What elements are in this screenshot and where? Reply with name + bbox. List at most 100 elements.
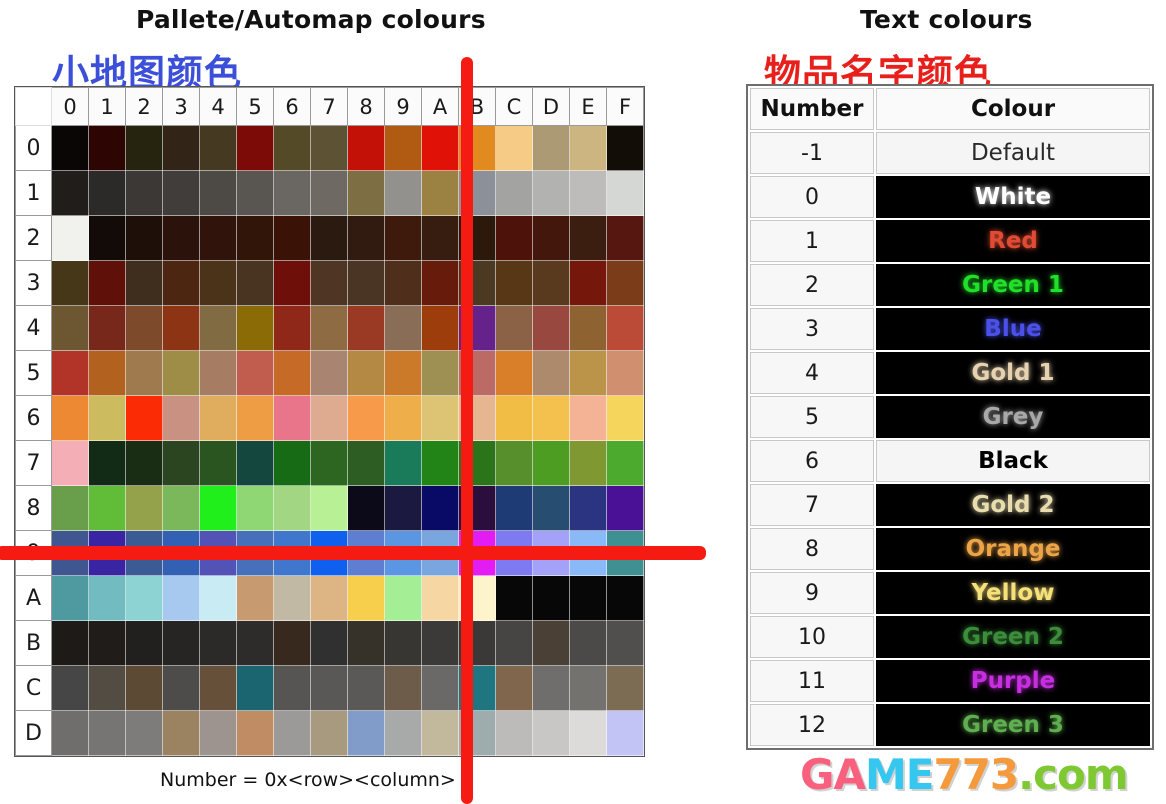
palette-swatch-18[interactable] bbox=[347, 170, 385, 216]
palette-swatch-7E[interactable] bbox=[569, 440, 607, 486]
palette-swatch-88[interactable] bbox=[347, 485, 385, 531]
palette-swatch-DA[interactable] bbox=[421, 710, 459, 756]
palette-swatch-B0[interactable] bbox=[51, 620, 89, 666]
palette-swatch-31[interactable] bbox=[88, 260, 126, 306]
palette-swatch-40[interactable] bbox=[51, 305, 89, 351]
palette-swatch-51[interactable] bbox=[88, 350, 126, 396]
palette-swatch-BE[interactable] bbox=[569, 620, 607, 666]
palette-swatch-B2[interactable] bbox=[125, 620, 163, 666]
palette-swatch-B3[interactable] bbox=[162, 620, 200, 666]
palette-swatch-A8[interactable] bbox=[347, 575, 385, 621]
palette-swatch-79[interactable] bbox=[384, 440, 422, 486]
palette-swatch-73[interactable] bbox=[162, 440, 200, 486]
palette-swatch-D6[interactable] bbox=[273, 710, 311, 756]
palette-swatch-AA[interactable] bbox=[421, 575, 459, 621]
palette-swatch-BF[interactable] bbox=[606, 620, 644, 666]
palette-swatch-4C[interactable] bbox=[495, 305, 533, 351]
palette-swatch-3F[interactable] bbox=[606, 260, 644, 306]
palette-swatch-09[interactable] bbox=[384, 125, 422, 171]
palette-swatch-7A[interactable] bbox=[421, 440, 459, 486]
palette-swatch-C2[interactable] bbox=[125, 665, 163, 711]
palette-swatch-19[interactable] bbox=[384, 170, 422, 216]
palette-swatch-A2[interactable] bbox=[125, 575, 163, 621]
palette-swatch-D5[interactable] bbox=[236, 710, 274, 756]
palette-swatch-02[interactable] bbox=[125, 125, 163, 171]
palette-swatch-D3[interactable] bbox=[162, 710, 200, 756]
palette-swatch-60[interactable] bbox=[51, 395, 89, 441]
text-colour-row[interactable]: -1 Default bbox=[750, 132, 1150, 174]
palette-swatch-B9[interactable] bbox=[384, 620, 422, 666]
palette-swatch-2A[interactable] bbox=[421, 215, 459, 261]
palette-swatch-63[interactable] bbox=[162, 395, 200, 441]
palette-swatch-DE[interactable] bbox=[569, 710, 607, 756]
palette-swatch-22[interactable] bbox=[125, 215, 163, 261]
palette-swatch-D4[interactable] bbox=[199, 710, 237, 756]
text-colour-row[interactable]: 8 Orange bbox=[750, 528, 1150, 570]
palette-swatch-AD[interactable] bbox=[532, 575, 570, 621]
palette-swatch-C7[interactable] bbox=[310, 665, 348, 711]
palette-swatch-B4[interactable] bbox=[199, 620, 237, 666]
palette-swatch-03[interactable] bbox=[162, 125, 200, 171]
palette-swatch-0C[interactable] bbox=[495, 125, 533, 171]
palette-swatch-87[interactable] bbox=[310, 485, 348, 531]
palette-swatch-14[interactable] bbox=[199, 170, 237, 216]
palette-swatch-74[interactable] bbox=[199, 440, 237, 486]
palette-swatch-59[interactable] bbox=[384, 350, 422, 396]
palette-swatch-20[interactable] bbox=[51, 215, 89, 261]
palette-swatch-47[interactable] bbox=[310, 305, 348, 351]
palette-swatch-52[interactable] bbox=[125, 350, 163, 396]
palette-swatch-3D[interactable] bbox=[532, 260, 570, 306]
palette-swatch-B7[interactable] bbox=[310, 620, 348, 666]
palette-swatch-2E[interactable] bbox=[569, 215, 607, 261]
palette-swatch-7C[interactable] bbox=[495, 440, 533, 486]
palette-swatch-10[interactable] bbox=[51, 170, 89, 216]
palette-swatch-6E[interactable] bbox=[569, 395, 607, 441]
palette-swatch-B6[interactable] bbox=[273, 620, 311, 666]
palette-swatch-8C[interactable] bbox=[495, 485, 533, 531]
palette-swatch-DD[interactable] bbox=[532, 710, 570, 756]
palette-swatch-5A[interactable] bbox=[421, 350, 459, 396]
palette-swatch-5C[interactable] bbox=[495, 350, 533, 396]
palette-swatch-43[interactable] bbox=[162, 305, 200, 351]
palette-swatch-35[interactable] bbox=[236, 260, 274, 306]
palette-swatch-D7[interactable] bbox=[310, 710, 348, 756]
palette-swatch-AC[interactable] bbox=[495, 575, 533, 621]
palette-swatch-45[interactable] bbox=[236, 305, 274, 351]
palette-swatch-71[interactable] bbox=[88, 440, 126, 486]
palette-swatch-A7[interactable] bbox=[310, 575, 348, 621]
palette-swatch-A6[interactable] bbox=[273, 575, 311, 621]
palette-swatch-64[interactable] bbox=[199, 395, 237, 441]
palette-swatch-28[interactable] bbox=[347, 215, 385, 261]
palette-swatch-57[interactable] bbox=[310, 350, 348, 396]
palette-swatch-07[interactable] bbox=[310, 125, 348, 171]
palette-swatch-61[interactable] bbox=[88, 395, 126, 441]
palette-swatch-70[interactable] bbox=[51, 440, 89, 486]
palette-swatch-A5[interactable] bbox=[236, 575, 274, 621]
palette-swatch-2F[interactable] bbox=[606, 215, 644, 261]
palette-swatch-CF[interactable] bbox=[606, 665, 644, 711]
palette-swatch-6D[interactable] bbox=[532, 395, 570, 441]
palette-swatch-68[interactable] bbox=[347, 395, 385, 441]
palette-swatch-C3[interactable] bbox=[162, 665, 200, 711]
text-colour-row[interactable]: 1 Red bbox=[750, 220, 1150, 262]
palette-swatch-1D[interactable] bbox=[532, 170, 570, 216]
palette-swatch-66[interactable] bbox=[273, 395, 311, 441]
palette-swatch-5E[interactable] bbox=[569, 350, 607, 396]
palette-swatch-A9[interactable] bbox=[384, 575, 422, 621]
palette-swatch-C6[interactable] bbox=[273, 665, 311, 711]
palette-swatch-C8[interactable] bbox=[347, 665, 385, 711]
text-colour-row[interactable]: 2 Green 1 bbox=[750, 264, 1150, 306]
text-colour-row[interactable]: 4 Gold 1 bbox=[750, 352, 1150, 394]
text-colour-row[interactable]: 7 Gold 2 bbox=[750, 484, 1150, 526]
palette-swatch-A0[interactable] bbox=[51, 575, 89, 621]
palette-swatch-80[interactable] bbox=[51, 485, 89, 531]
palette-swatch-1C[interactable] bbox=[495, 170, 533, 216]
palette-swatch-8F[interactable] bbox=[606, 485, 644, 531]
palette-swatch-8A[interactable] bbox=[421, 485, 459, 531]
palette-swatch-89[interactable] bbox=[384, 485, 422, 531]
palette-swatch-C5[interactable] bbox=[236, 665, 274, 711]
palette-swatch-B1[interactable] bbox=[88, 620, 126, 666]
palette-swatch-65[interactable] bbox=[236, 395, 274, 441]
palette-swatch-DC[interactable] bbox=[495, 710, 533, 756]
palette-swatch-A1[interactable] bbox=[88, 575, 126, 621]
